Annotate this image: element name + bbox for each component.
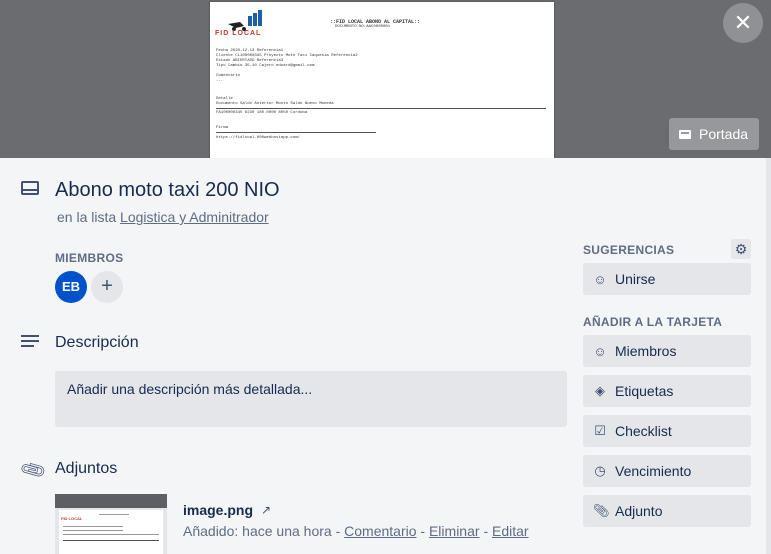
add-to-card-label: AÑADIR A LA TARJETA — [583, 315, 723, 329]
paperclip-icon: 📎︎ — [18, 455, 49, 485]
attachment-thumbnail[interactable]: FID LOCAL — [55, 494, 167, 554]
separator: - — [335, 523, 341, 539]
due-date-button-label: Vencimiento — [615, 463, 692, 479]
tag-icon: ◈ — [595, 383, 605, 398]
suggestions-label: SUGERENCIAS — [583, 243, 675, 257]
attachments-title: Adjuntos — [55, 460, 118, 477]
join-button[interactable]: ☺ Unirse — [583, 263, 751, 295]
thumbnail-document: FID LOCAL — [59, 510, 163, 554]
edit-link[interactable]: Editar — [492, 523, 529, 539]
attachment-name[interactable]: image.png — [183, 502, 253, 518]
cover-button[interactable]: Portada — [669, 118, 759, 150]
attachment-meta: Añadido: hace una hora - Comentario - El… — [183, 523, 529, 539]
checklist-button-label: Checklist — [615, 423, 672, 439]
doc-subtitle: DOCUMENTO NO:AAC0000001 — [335, 25, 391, 29]
cover-icon — [679, 129, 691, 139]
thumbnail-line — [63, 534, 159, 535]
thumbnail-logo: FID LOCAL — [61, 516, 83, 521]
comment-link[interactable]: Comentario — [344, 523, 416, 539]
person-icon: ☺ — [593, 343, 607, 359]
list-prefix: en la lista — [57, 209, 117, 225]
thumbnail-line — [63, 540, 159, 541]
thumbnail-line — [63, 526, 123, 527]
attachment-button-label: Adjunto — [615, 503, 663, 519]
description-title: Descripción — [55, 334, 139, 351]
card-title[interactable]: Abono moto taxi 200 NIO — [55, 179, 280, 202]
doc-row: Fecha 2020-12-13 Referencia1 — [216, 49, 284, 53]
doc-logo-text: FID LOCAL — [215, 30, 262, 37]
description-input[interactable]: Añadir una descripción más detallada... — [55, 371, 567, 427]
doc-row: --- — [216, 79, 224, 83]
paperclip-icon: 📎︎ — [593, 503, 610, 518]
card-cover: FID LOCAL ::FID LOCAL ABONO AL CAPITAL::… — [0, 0, 771, 158]
thumbnail-header — [55, 494, 167, 508]
due-date-button[interactable]: ◷ Vencimiento — [583, 455, 751, 487]
doc-row: FA100000345 8230 180.0000 8050 Cordoba — [216, 111, 308, 115]
doc-signature-line — [216, 132, 376, 133]
avatar[interactable]: EB — [55, 271, 87, 303]
doc-row: Comentario — [216, 74, 241, 78]
doc-row: Firma — [216, 126, 229, 130]
members-button-label: Miembros — [615, 343, 677, 359]
close-button[interactable]: ✕ — [723, 3, 763, 43]
card-icon — [21, 181, 39, 195]
doc-row: Estado ABIERTADO Referencia3 — [216, 59, 284, 63]
separator: - — [483, 523, 489, 539]
labels-button-label: Etiquetas — [615, 383, 674, 399]
clock-icon: ◷ — [594, 463, 606, 478]
checklist-button[interactable]: ☑ Checklist — [583, 415, 751, 447]
doc-row: Cliente CL100000345 Proyecto Moto Taxi C… — [216, 54, 358, 58]
gear-icon[interactable]: ⚙ — [731, 239, 751, 259]
thumbnail-line — [63, 530, 123, 531]
members-button[interactable]: ☺ Miembros — [583, 335, 751, 367]
thumbnail-line — [99, 514, 129, 515]
attachment-added: Añadido: hace una hora — [183, 523, 332, 539]
cover-document-image: FID LOCAL ::FID LOCAL ABONO AL CAPITAL::… — [210, 2, 554, 158]
doc-row: Tipo Cambio 35.10 Cajero eduard@gmail.co… — [216, 64, 315, 68]
list-info: en la lista Logistica y Adminitrador — [57, 209, 269, 225]
list-link[interactable]: Logistica y Adminitrador — [120, 209, 269, 225]
cover-button-label: Portada — [699, 126, 749, 142]
add-member-button[interactable]: + — [91, 271, 123, 303]
doc-row: Detalle — [216, 97, 233, 101]
checkbox-icon: ☑ — [594, 423, 606, 438]
doc-row: Documento Saldo Anterior Monto Saldo Nue… — [216, 102, 334, 106]
members-label: MIEMBROS — [55, 251, 124, 265]
attachment-button[interactable]: 📎︎ Adjunto — [583, 495, 751, 527]
scrollbar-track[interactable] — [766, 158, 771, 554]
person-icon: ☺ — [593, 271, 607, 287]
separator: - — [420, 523, 426, 539]
description-icon — [21, 335, 39, 349]
external-link-icon[interactable]: ↗ — [261, 503, 271, 517]
delete-link[interactable]: Eliminar — [429, 523, 480, 539]
doc-divider — [216, 108, 546, 109]
join-label: Unirse — [615, 271, 656, 287]
labels-button[interactable]: ◈ Etiquetas — [583, 375, 751, 407]
doc-row: https://fidlocal.000webhostapp.com/ — [216, 136, 301, 140]
